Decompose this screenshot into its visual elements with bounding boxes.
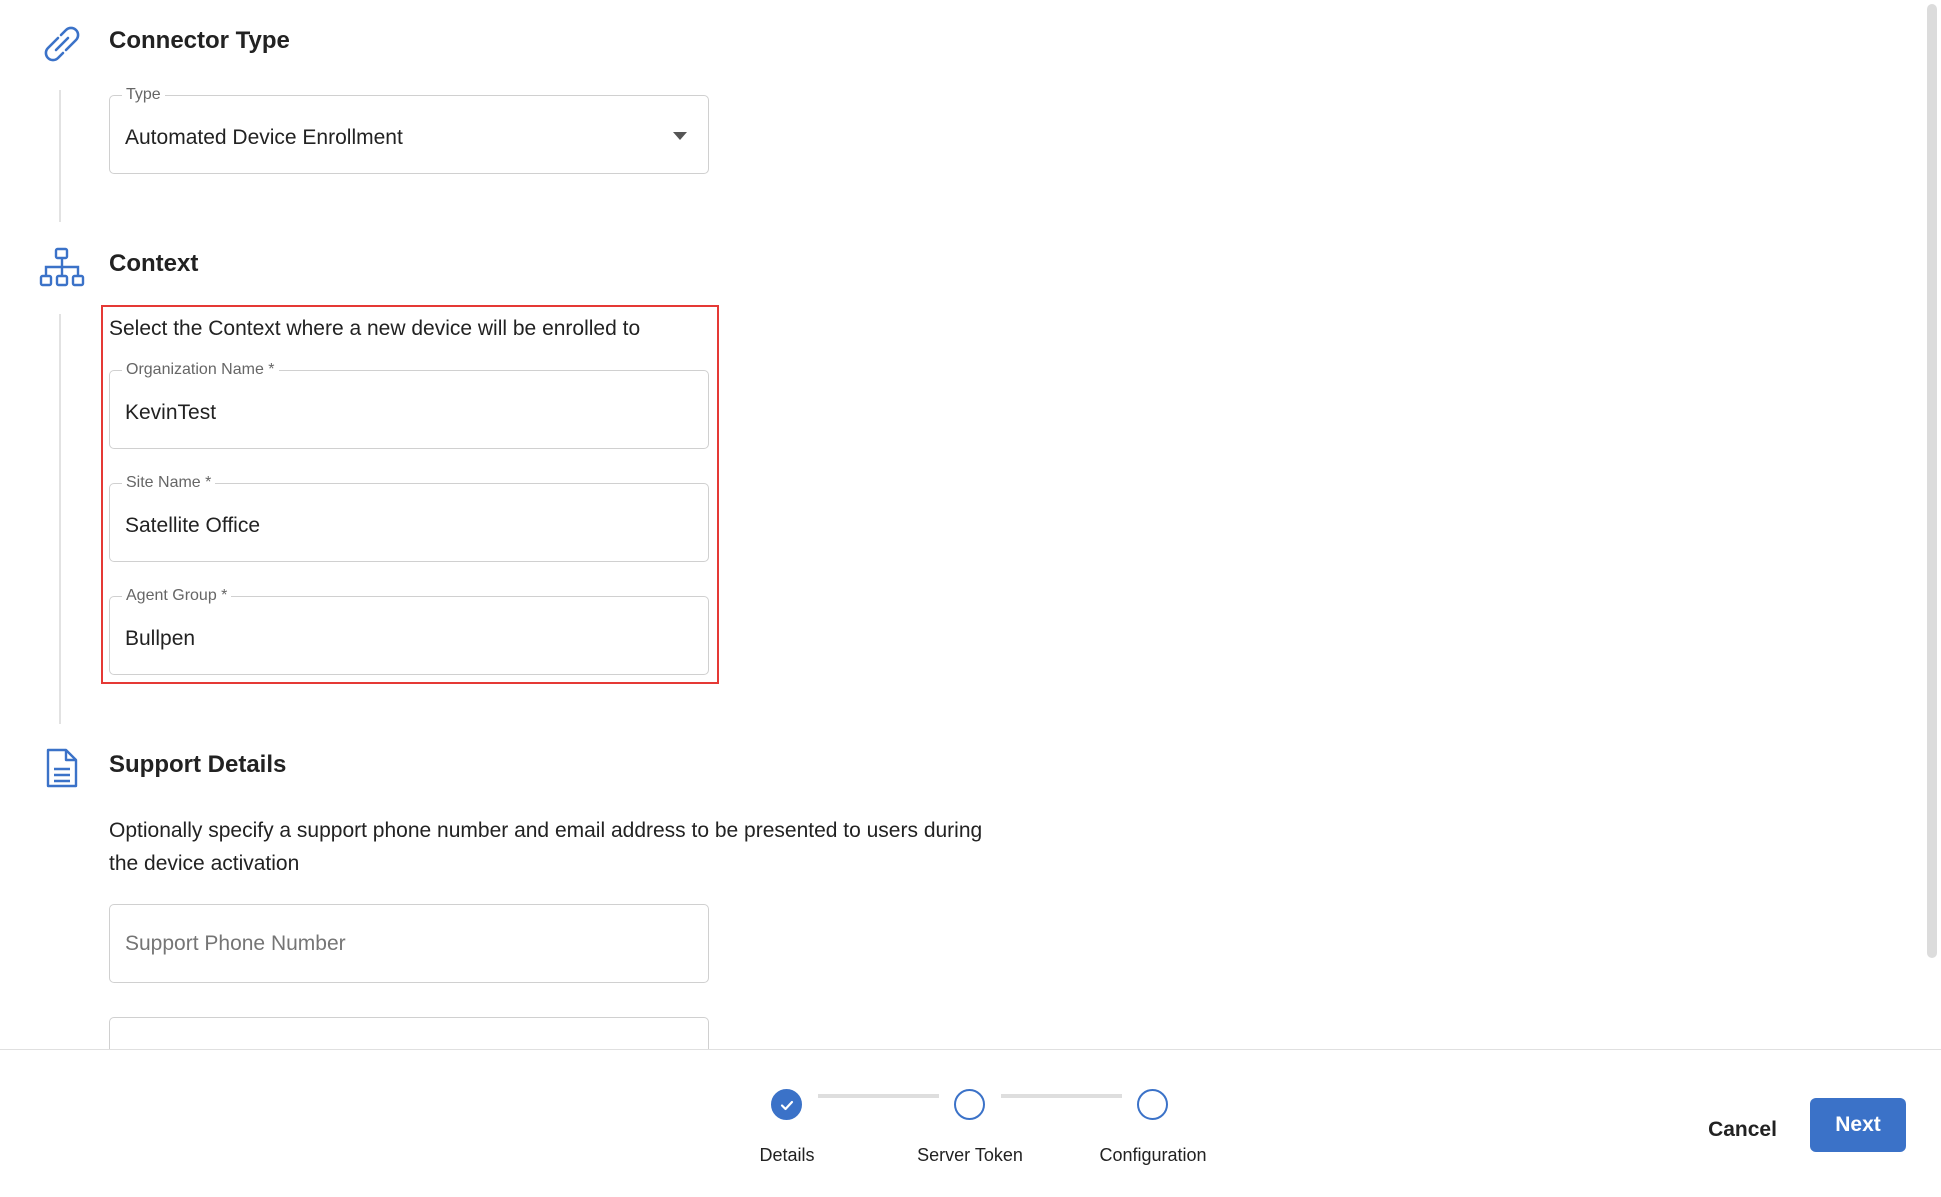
organization-name-label: Organization Name * xyxy=(122,361,279,379)
cancel-button[interactable]: Cancel xyxy=(1690,1110,1795,1150)
step-details-indicator xyxy=(771,1089,802,1120)
agent-group-field[interactable]: Agent Group * Bullpen xyxy=(109,587,709,675)
chevron-down-icon[interactable] xyxy=(673,132,687,140)
type-value: Automated Device Enrollment xyxy=(125,126,403,149)
step-server-token-indicator xyxy=(954,1089,985,1120)
check-icon xyxy=(780,1100,793,1110)
section-context-line xyxy=(59,314,61,724)
support-phone-field[interactable] xyxy=(109,904,709,983)
step-configuration-indicator xyxy=(1137,1089,1168,1120)
support-details-title: Support Details xyxy=(109,751,287,778)
type-label: Type xyxy=(122,86,165,104)
context-title: Context xyxy=(109,250,199,277)
form-scroll-area[interactable]: Connector Type Type Automated Device Enr… xyxy=(0,0,1941,1049)
org-chart-icon xyxy=(36,242,88,294)
support-details-description: Optionally specify a support phone numbe… xyxy=(109,819,983,875)
step-server-token-label: Server Token xyxy=(917,1145,1023,1165)
next-button[interactable]: Next xyxy=(1810,1098,1906,1152)
site-name-field[interactable]: Site Name * Satellite Office xyxy=(109,474,709,562)
support-phone-input[interactable] xyxy=(125,932,685,956)
agent-group-value: Bullpen xyxy=(125,627,196,650)
step-details-label: Details xyxy=(759,1145,815,1165)
agent-group-label: Agent Group * xyxy=(122,587,232,605)
context-description: Select the Context where a new device wi… xyxy=(109,317,641,340)
step-connector-1 xyxy=(818,1094,939,1098)
scrollbar[interactable] xyxy=(1927,4,1937,958)
wizard-footer: Details Server Token Configuration Cance… xyxy=(0,1049,1941,1197)
step-connector-2 xyxy=(1001,1094,1122,1098)
support-email-field[interactable] xyxy=(109,1017,709,1049)
step-configuration-label: Configuration xyxy=(1099,1145,1207,1165)
site-name-label: Site Name * xyxy=(122,474,216,492)
site-name-value: Satellite Office xyxy=(125,514,261,537)
scrollbar-thumb[interactable] xyxy=(1927,4,1937,958)
section-connector-line xyxy=(59,90,61,222)
link-icon xyxy=(36,18,88,70)
organization-name-value: KevinTest xyxy=(125,401,217,424)
type-select[interactable]: Type Automated Device Enrollment xyxy=(109,86,709,174)
organization-name-field[interactable]: Organization Name * KevinTest xyxy=(109,361,709,449)
connector-type-title: Connector Type xyxy=(109,27,290,54)
document-icon xyxy=(36,742,88,794)
